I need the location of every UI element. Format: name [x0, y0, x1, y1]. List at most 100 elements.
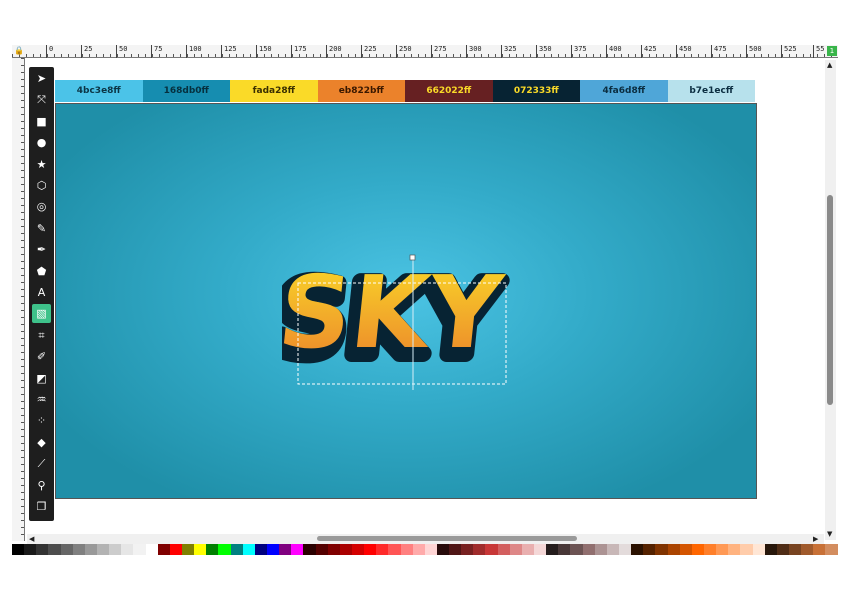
palette-color[interactable] — [351, 544, 365, 555]
spiral-tool-icon[interactable]: ◎ — [32, 197, 51, 216]
color-swatch[interactable]: 4fa6d8ff — [580, 80, 668, 102]
palette-color[interactable] — [315, 544, 328, 555]
color-swatch[interactable]: 4bc3e8ff — [55, 80, 143, 102]
text-tool-icon[interactable]: A — [32, 283, 51, 302]
tweak-tool-icon[interactable]: ♒ — [32, 390, 51, 409]
pen-tool-icon[interactable]: ✒ — [32, 240, 51, 259]
palette-color[interactable] — [254, 544, 267, 555]
palette-color[interactable] — [485, 544, 498, 555]
palette-color[interactable] — [582, 544, 595, 555]
palette-color[interactable] — [388, 544, 401, 555]
palette-color[interactable] — [424, 544, 437, 555]
command-palette-icon[interactable]: 1 — [827, 46, 837, 56]
palette-color[interactable] — [667, 544, 680, 555]
palette-color[interactable] — [96, 544, 110, 555]
palette-color[interactable] — [789, 544, 802, 555]
horizontal-ruler[interactable]: 🔒 0 25 50 75 100 125 150 175 200 225 250… — [12, 45, 838, 58]
palette-color[interactable] — [461, 544, 474, 555]
scroll-right-icon[interactable]: ▶ — [813, 535, 818, 543]
palette-color[interactable] — [740, 544, 753, 555]
selector-tool-icon[interactable]: ➤ — [32, 69, 51, 88]
palette-color[interactable] — [327, 544, 340, 555]
color-swatch[interactable]: fada28ff — [230, 80, 318, 102]
palette-color[interactable] — [218, 544, 231, 555]
palette-color[interactable] — [534, 544, 547, 555]
palette-color[interactable] — [801, 544, 814, 555]
palette-color[interactable] — [157, 544, 170, 555]
scroll-up-icon[interactable]: ▲ — [827, 61, 832, 69]
palette-color[interactable] — [133, 544, 146, 555]
palette-color[interactable] — [436, 544, 450, 555]
color-swatch[interactable]: eb822bff — [317, 80, 405, 102]
node-tool-icon[interactable]: ⤧ — [32, 90, 51, 109]
palette-color[interactable] — [813, 544, 826, 555]
palette-color[interactable] — [679, 544, 692, 555]
color-swatch[interactable]: 072333ff — [492, 80, 580, 102]
palette-color[interactable] — [339, 544, 352, 555]
palette-color[interactable] — [169, 544, 182, 555]
palette-color[interactable] — [60, 544, 73, 555]
lock-icon[interactable]: 🔒 — [14, 47, 24, 55]
connector-tool-icon[interactable]: ⟋ — [32, 454, 51, 473]
palette-color[interactable] — [594, 544, 607, 555]
palette-color[interactable] — [84, 544, 97, 555]
dropper-tool-icon[interactable]: ✐ — [32, 347, 51, 366]
palette-color[interactable] — [570, 544, 583, 555]
sky-logo-artwork[interactable]: SKY SKY — [261, 220, 522, 443]
palette-color[interactable] — [546, 544, 559, 555]
palette-color[interactable] — [36, 544, 49, 555]
mesh-tool-icon[interactable]: ⌗ — [32, 326, 51, 345]
palette-color[interactable] — [121, 544, 134, 555]
color-swatch[interactable]: 662022ff — [405, 80, 493, 102]
palette-color[interactable] — [12, 544, 25, 555]
palette-color[interactable] — [497, 544, 510, 555]
palette-color[interactable] — [825, 544, 838, 555]
palette-color[interactable] — [691, 544, 705, 555]
horizontal-scrollbar[interactable]: ◀ ▶ — [27, 534, 824, 544]
palette-color[interactable] — [704, 544, 717, 555]
palette-color[interactable] — [400, 544, 413, 555]
palette-color[interactable] — [206, 544, 219, 555]
palette-color[interactable] — [376, 544, 389, 555]
palette-color[interactable] — [449, 544, 462, 555]
palette-color[interactable] — [181, 544, 195, 555]
color-swatch[interactable]: 168db0ff — [142, 80, 230, 102]
palette-color[interactable] — [776, 544, 789, 555]
palette-color[interactable] — [24, 544, 37, 555]
palette-color[interactable] — [72, 544, 85, 555]
palette-color[interactable] — [230, 544, 243, 555]
palette-color[interactable] — [412, 544, 425, 555]
palette-color[interactable] — [631, 544, 644, 555]
palette-color[interactable] — [716, 544, 729, 555]
palette-color[interactable] — [728, 544, 741, 555]
palette-color[interactable] — [509, 544, 522, 555]
palette-color[interactable] — [364, 544, 377, 555]
palette-color[interactable] — [303, 544, 316, 555]
palette-color[interactable] — [655, 544, 668, 555]
palette-color[interactable] — [291, 544, 304, 555]
palette-color[interactable] — [643, 544, 656, 555]
calligraphy-tool-icon[interactable]: ⬟ — [32, 262, 51, 281]
color-swatch[interactable]: b7e1ecff — [667, 80, 755, 102]
3d-box-tool-icon[interactable]: ⬡ — [32, 176, 51, 195]
palette-color[interactable] — [606, 544, 620, 555]
scroll-down-icon[interactable]: ▼ — [827, 530, 832, 538]
gradient-start-handle[interactable] — [409, 254, 416, 261]
zoom-tool-icon[interactable]: ⚲ — [32, 476, 51, 495]
palette-color[interactable] — [558, 544, 571, 555]
palette-color[interactable] — [194, 544, 207, 555]
rectangle-tool-icon[interactable]: ■ — [32, 112, 51, 131]
ellipse-tool-icon[interactable]: ● — [32, 133, 51, 152]
palette-color[interactable] — [473, 544, 486, 555]
palette-color[interactable] — [109, 544, 122, 555]
gradient-tool-icon[interactable]: ▧ — [32, 304, 51, 324]
paint-bucket-tool-icon[interactable]: ◩ — [32, 369, 51, 388]
palette-color[interactable] — [279, 544, 292, 555]
horizontal-scroll-thumb[interactable] — [317, 536, 577, 541]
vertical-scroll-thumb[interactable] — [827, 195, 833, 405]
palette-color[interactable] — [266, 544, 280, 555]
spray-tool-icon[interactable]: ⁘ — [32, 411, 51, 430]
eraser-tool-icon[interactable]: ◆ — [32, 433, 51, 452]
palette-color[interactable] — [521, 544, 535, 555]
pages-tool-icon[interactable]: ❐ — [32, 497, 51, 516]
